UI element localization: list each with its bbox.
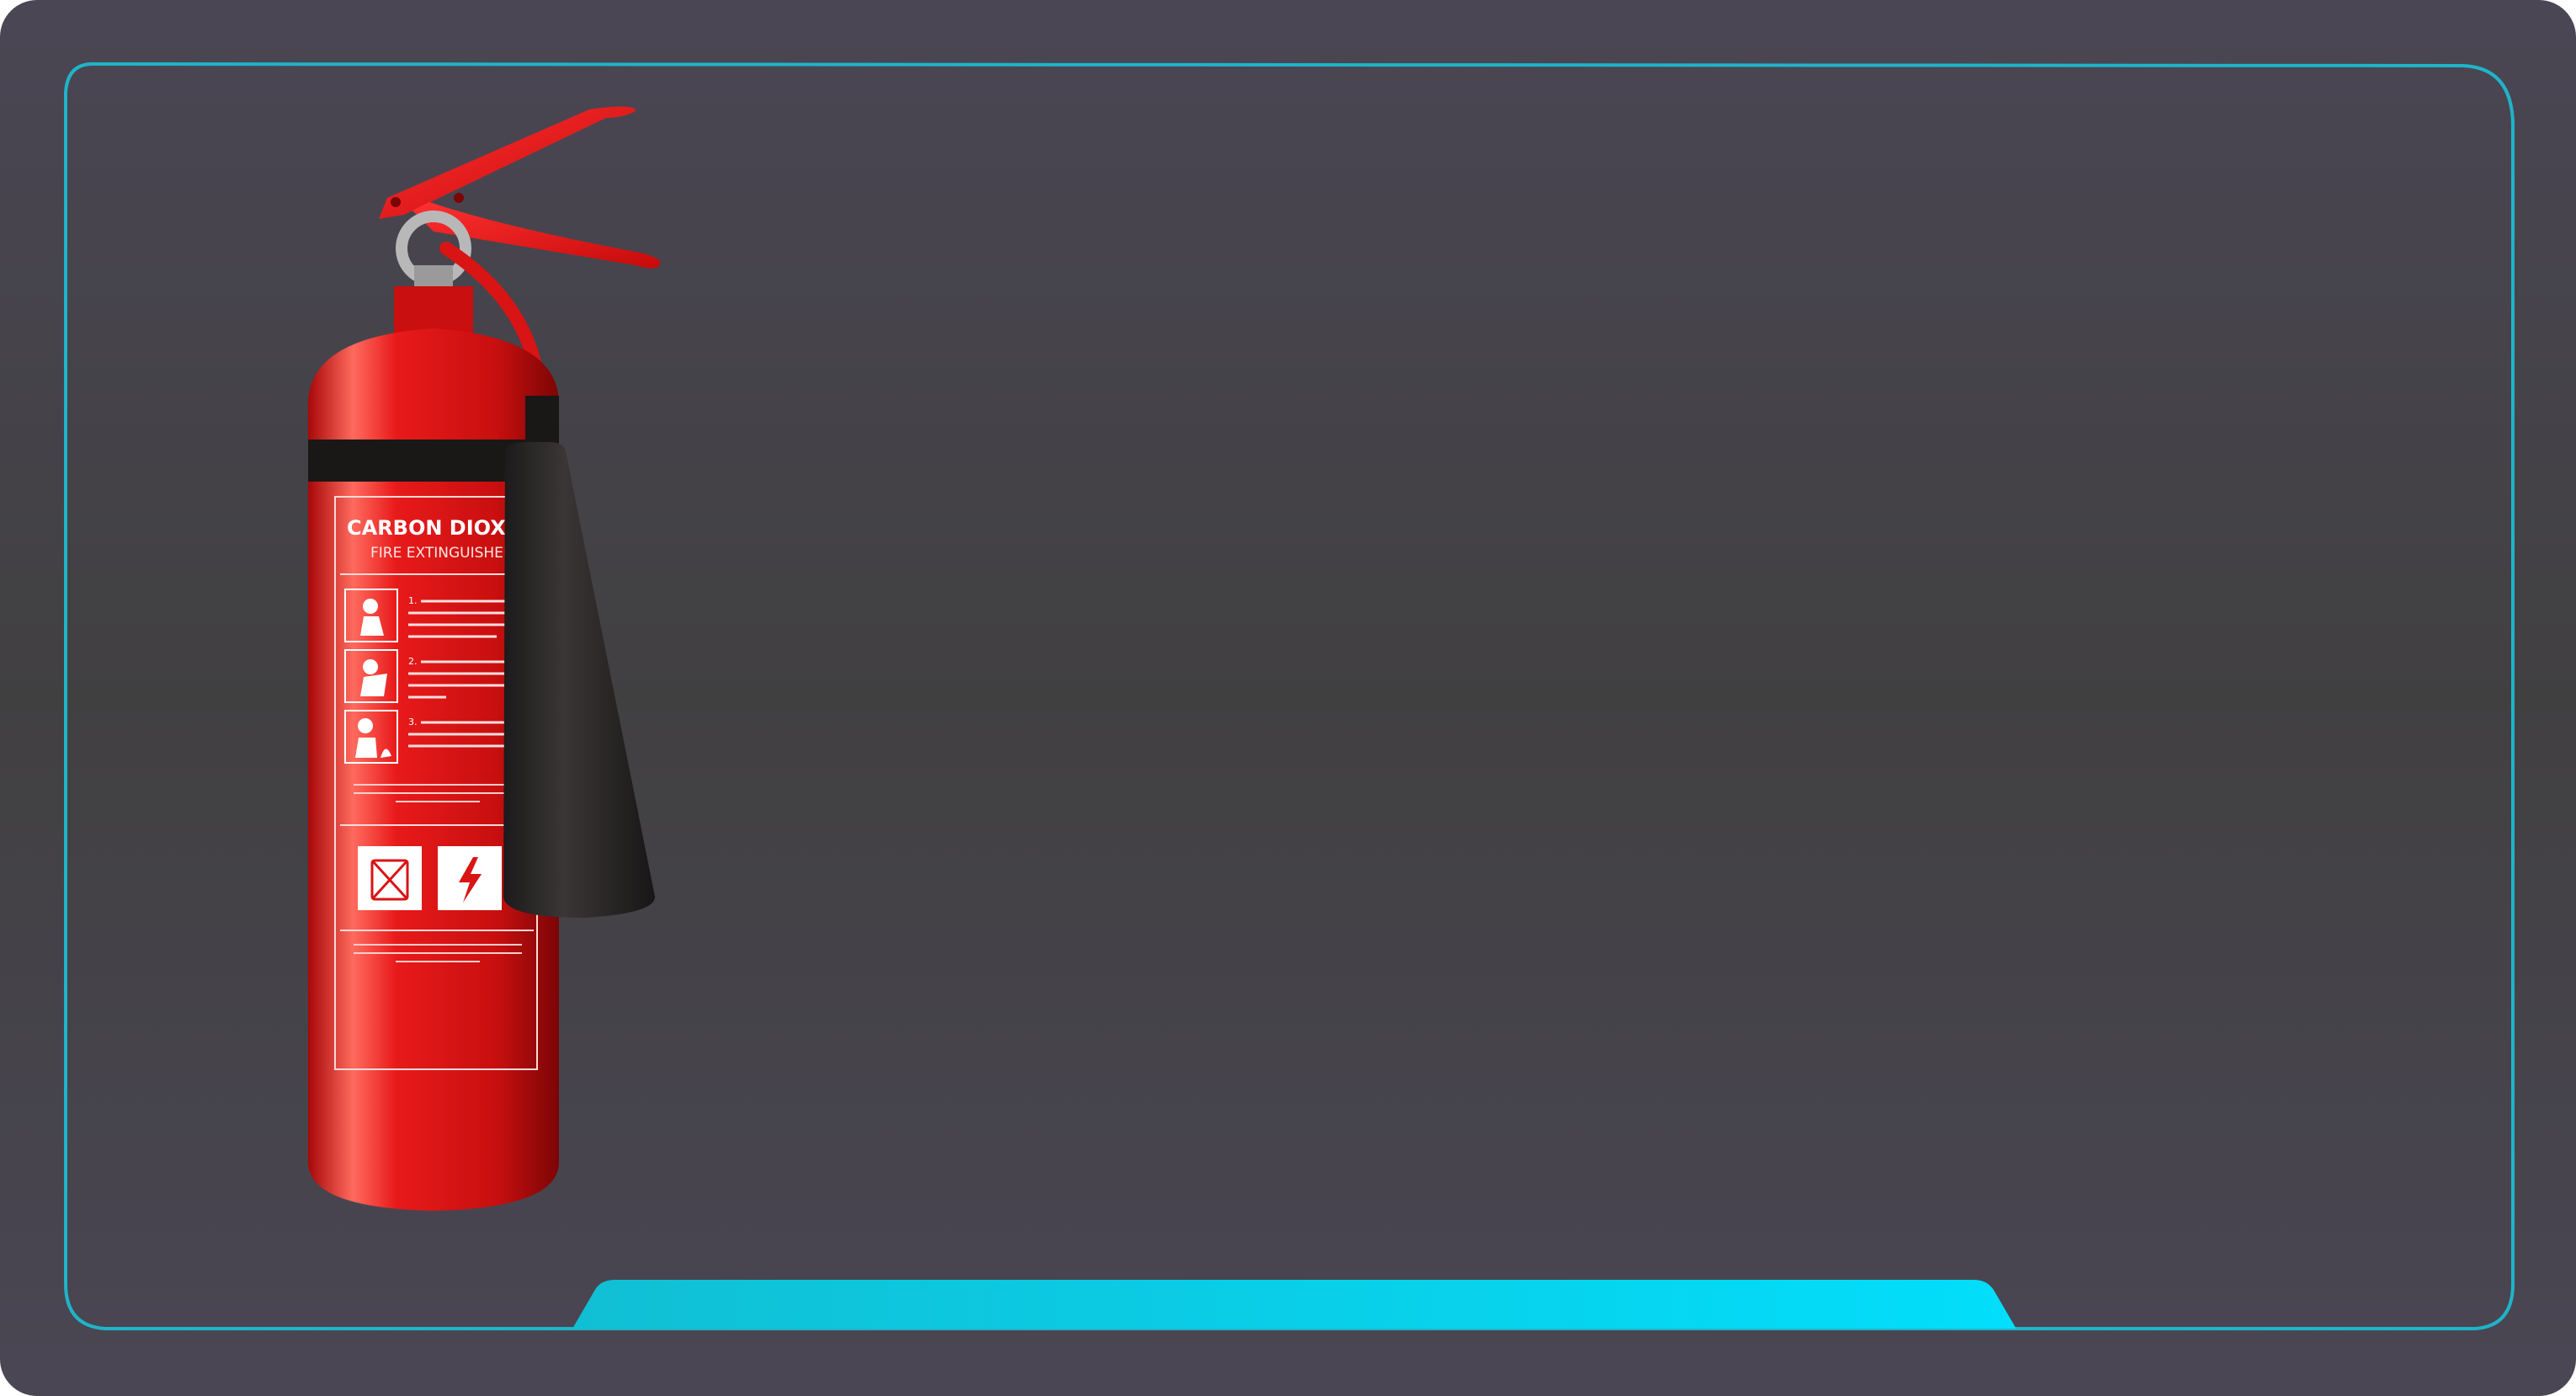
no-liquid-fire-icon xyxy=(358,846,422,910)
electrical-hazard-icon xyxy=(438,846,502,910)
svg-text:2.: 2. xyxy=(408,656,418,667)
discharge-horn xyxy=(503,442,655,918)
bottom-accent-bar xyxy=(572,1280,2016,1329)
slide-background: CARBON DIOXID FIRE EXTINGUISHER 1. 2. 3. xyxy=(0,0,2576,1396)
svg-text:1.: 1. xyxy=(408,595,418,606)
svg-text:3.: 3. xyxy=(408,717,418,727)
label-subtitle: FIRE EXTINGUISHER xyxy=(370,545,514,562)
fire-extinguisher-illustration: CARBON DIOXID FIRE EXTINGUISHER 1. 2. 3. xyxy=(308,106,661,1211)
label-title: CARBON DIOXID xyxy=(347,516,530,540)
horn-connector xyxy=(525,396,559,446)
handle-lever-top xyxy=(379,106,636,219)
